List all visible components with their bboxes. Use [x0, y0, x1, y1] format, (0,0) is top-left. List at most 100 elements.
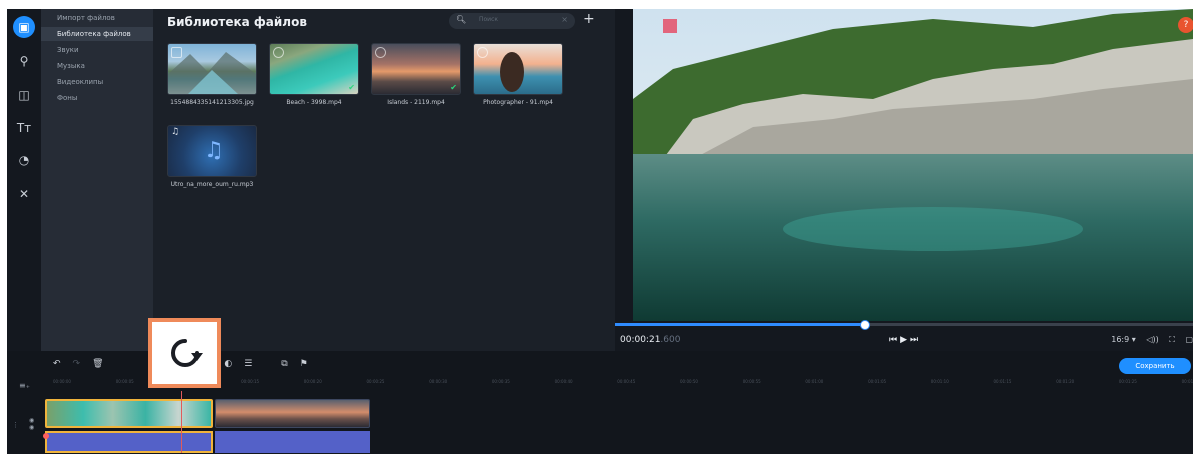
ruler-tick-label: 00:00:30 [429, 379, 448, 384]
play-icon[interactable]: ▶ [900, 335, 910, 345]
playhead-line [181, 391, 182, 453]
lock-track-icon[interactable]: ⋮ [12, 421, 19, 429]
progress-fill [615, 323, 864, 326]
clock-icon [375, 47, 386, 58]
audio-clip[interactable] [215, 431, 370, 453]
time-readout: 00:00:21.600 [620, 335, 680, 345]
category-import[interactable]: Импорт файлов [41, 11, 153, 25]
file-tile[interactable]: Photographer - 91.mp4 [473, 43, 563, 107]
timeline-ruler[interactable]: 00:00:0000:00:0500:00:1000:00:1500:00:20… [53, 379, 1193, 387]
file-tile[interactable]: ✔ Beach - 3998.mp4 [269, 43, 359, 107]
category-list: Импорт файлов Библиотека файлов Звуки Му… [41, 9, 153, 351]
ruler-tick-label: 00:00:25 [366, 379, 385, 384]
volume-icon[interactable]: ◁)) [1146, 335, 1158, 344]
ruler-tick-label: 00:00:20 [303, 379, 322, 384]
ruler-tick-label: 00:00:45 [617, 379, 636, 384]
record-indicator [663, 19, 677, 33]
progress-knob[interactable] [859, 320, 870, 330]
file-tile[interactable]: 1554884335141213305.jpg [167, 43, 257, 107]
ruler-tick-label: 00:00:35 [491, 379, 510, 384]
preview-panel: ? 00:00:21.600 ⏮▶⏭ 16:9 ▾ ◁)) ⛶ ▢ [615, 9, 1193, 351]
ruler-tick-label: 00:00:00 [53, 379, 71, 384]
undo-icon[interactable]: ↶ [53, 359, 61, 369]
category-library[interactable]: Библиотека файлов [41, 27, 153, 41]
redo-icon[interactable]: ↷ [73, 359, 81, 369]
music-icon: ♫ [171, 127, 180, 137]
library-title: Библиотека файлов [167, 15, 307, 29]
file-library: Библиотека файлов 🔍︎ Поиск × + 155488433… [153, 9, 615, 351]
video-frame [633, 9, 1193, 321]
file-thumbnail [473, 43, 563, 95]
file-name: Utro_na_more_oum_ru.mp3 [170, 181, 254, 188]
ruler-tick-label: 00:01:15 [993, 379, 1012, 384]
aspect-ratio-select[interactable]: 16:9 ▾ [1111, 335, 1136, 344]
used-check-icon: ✔ [450, 83, 457, 92]
sea-cliff-image [633, 9, 1193, 321]
clock-icon [273, 47, 284, 58]
file-name: 1554884335141213305.jpg [170, 99, 254, 106]
tool-rail: ▣ ⚲ ◫ Tт ◔ ✕ [7, 9, 41, 351]
fullscreen-icon[interactable]: ⛶ [1169, 335, 1175, 344]
file-name: Beach - 3998.mp4 [286, 99, 342, 106]
audio-clip-selected[interactable] [45, 431, 213, 453]
color-adjust-icon[interactable]: ◐ [224, 359, 232, 369]
import-icon[interactable]: ▣ [13, 16, 35, 38]
ruler-tick-label: 00:00:05 [115, 379, 134, 384]
time-main: 00:00:21 [620, 335, 661, 345]
ruler-tick-label: 00:01:00 [805, 379, 824, 384]
detach-icon[interactable]: ▢ [1185, 335, 1193, 344]
playhead-handle[interactable] [43, 433, 49, 439]
image-type-icon [171, 47, 182, 58]
ruler-tick-label: 00:00:40 [554, 379, 573, 384]
category-videoclips[interactable]: Видеоклипы [41, 75, 153, 89]
ruler-tick-label: 00:01:20 [1056, 379, 1075, 384]
more-tools-icon[interactable]: ✕ [13, 183, 35, 205]
marker-icon[interactable]: ⚑ [300, 359, 308, 369]
file-tile[interactable]: ✔ Islands - 2119.mp4 [371, 43, 461, 107]
prev-frame-icon[interactable]: ⏮ [889, 335, 900, 345]
rotate-icon [170, 339, 203, 367]
video-clip-islands[interactable] [215, 399, 370, 428]
file-name: Islands - 2119.mp4 [387, 99, 445, 106]
used-check-icon: ✔ [348, 83, 355, 92]
clear-icon[interactable]: × [561, 15, 568, 24]
category-backgrounds[interactable]: Фоны [41, 91, 153, 105]
magic-wand-icon[interactable]: ⚲ [13, 50, 35, 72]
clock-icon [477, 47, 488, 58]
player-options: 16:9 ▾ ◁)) ⛶ ▢ [1103, 335, 1193, 345]
search-icon: 🔍︎ [456, 15, 467, 24]
playback-progress[interactable] [615, 320, 1193, 330]
help-button[interactable]: ? [1178, 17, 1193, 33]
save-button[interactable]: Сохранить [1119, 358, 1191, 374]
file-name: Photographer - 91.mp4 [483, 99, 553, 106]
file-thumbnail: ♫ ♫ [167, 125, 257, 177]
search-input[interactable]: 🔍︎ Поиск × [449, 13, 575, 29]
category-sounds[interactable]: Звуки [41, 43, 153, 57]
file-tile[interactable]: ♫ ♫ Utro_na_more_oum_ru.mp3 [167, 125, 257, 189]
music-note-icon: ♫ [204, 138, 224, 163]
ruler-tick-label: 00:00:15 [241, 379, 260, 384]
titles-icon[interactable]: Tт [13, 117, 35, 139]
ruler-tick-label: 00:01:30 [1181, 379, 1193, 384]
file-thumbnail: ✔ [269, 43, 359, 95]
rotate-button-highlight[interactable] [148, 318, 221, 388]
category-music[interactable]: Музыка [41, 59, 153, 73]
time-ms: .600 [660, 335, 681, 345]
video-clip-beach[interactable] [45, 399, 213, 428]
crop-icon[interactable]: ⧉ [281, 359, 287, 369]
add-file-button[interactable]: + [583, 11, 595, 27]
add-track-icon[interactable]: ≡₊ [19, 381, 30, 390]
ruler-tick-label: 00:00:50 [680, 379, 698, 384]
track-visibility-icon[interactable]: ◉ ◉ [29, 417, 34, 431]
delete-icon[interactable]: 🗑︎ [92, 359, 103, 369]
ruler-tick-label: 00:01:10 [930, 379, 949, 384]
stickers-icon[interactable]: ◔ [13, 149, 35, 171]
properties-icon[interactable]: ☰ [244, 359, 252, 369]
search-placeholder: Поиск [479, 16, 499, 23]
transitions-icon[interactable]: ◫ [13, 84, 35, 106]
file-thumbnail [167, 43, 257, 95]
ruler-tick-label: 00:00:55 [742, 379, 761, 384]
next-frame-icon[interactable]: ⏭ [910, 335, 921, 345]
ruler-tick-label: 00:01:05 [868, 379, 887, 384]
file-thumbnail: ✔ [371, 43, 461, 95]
